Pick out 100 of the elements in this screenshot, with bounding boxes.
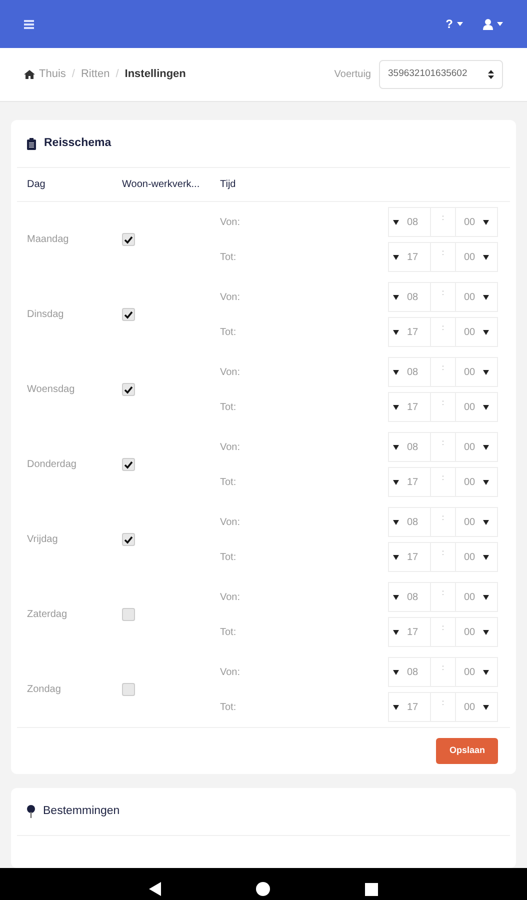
column-header: Woon-werkverk... [122, 178, 201, 192]
commute-checkbox[interactable] [122, 458, 135, 471]
minute-spinner[interactable]: 00 [455, 432, 498, 462]
day-name: Woensdag [27, 383, 76, 397]
user-icon [483, 18, 493, 30]
commute-checkbox[interactable] [122, 608, 135, 621]
minute-spinner[interactable]: 00 [455, 467, 498, 497]
hour-spinner[interactable]: 08 [388, 582, 431, 612]
dropdown-icon [483, 254, 489, 260]
hour-spinner[interactable]: 08 [388, 432, 431, 462]
commute-checkbox[interactable] [122, 383, 135, 396]
breadcrumb-separator: / [116, 67, 119, 82]
hour-spinner[interactable]: 17 [388, 692, 431, 722]
minute-spinner[interactable]: 00 [455, 507, 498, 537]
hour-spinner[interactable]: 17 [388, 617, 431, 647]
decrement-icon [393, 294, 399, 300]
commute-checkbox[interactable] [122, 683, 135, 696]
time-separator: : [442, 247, 444, 259]
decrement-icon [393, 254, 399, 260]
time-label: Tot: [220, 626, 238, 640]
dropdown-icon [483, 370, 489, 374]
hour-spinner[interactable]: 17 [388, 317, 431, 347]
hour-spinner[interactable]: 17 [388, 242, 431, 272]
minute-spinner[interactable]: 00 [455, 207, 498, 237]
hour-spinner[interactable]: 17 [388, 467, 431, 497]
minute-spinner[interactable]: 00 [455, 242, 498, 272]
hour-spinner[interactable]: 08 [388, 507, 431, 537]
time-label: Von: [220, 366, 242, 380]
day-name: Zondag [27, 683, 62, 697]
time-separator: : [442, 587, 444, 599]
breadcrumb-link[interactable]: Ritten [80, 66, 110, 83]
back-icon[interactable] [149, 882, 161, 896]
hour-spinner[interactable]: 08 [388, 657, 431, 687]
time-separator: : [442, 512, 444, 524]
caret-icon [497, 22, 503, 26]
minute-spinner[interactable]: 00 [455, 392, 498, 422]
recents-icon[interactable] [365, 882, 378, 896]
check-icon [124, 236, 133, 244]
time-label: Von: [220, 516, 242, 530]
minute-spinner[interactable]: 00 [455, 542, 498, 572]
save-button[interactable]: Opslaan [436, 738, 498, 764]
time-label: Tot: [220, 400, 238, 414]
hour-spinner[interactable]: 17 [388, 392, 431, 422]
dropdown-icon [483, 444, 489, 450]
check-icon [124, 310, 133, 318]
column-header: Tijd [220, 178, 236, 192]
time-separator: : [442, 547, 444, 559]
menu-icon[interactable] [24, 20, 34, 28]
minute-spinner[interactable]: 00 [455, 657, 498, 687]
breadcrumb-separator: / [72, 67, 75, 82]
time-label: Tot: [220, 700, 238, 714]
hour-spinner[interactable]: 08 [388, 357, 431, 387]
caret-icon [457, 22, 463, 26]
commute-checkbox[interactable] [122, 533, 135, 546]
dropdown-icon [483, 554, 489, 560]
time-separator: : [442, 212, 444, 224]
dropdown-icon [483, 480, 489, 484]
decrement-icon [393, 554, 399, 560]
decrement-icon [393, 704, 399, 710]
day-name: Maandag [27, 233, 70, 247]
time-separator: : [442, 697, 444, 709]
time-label: Von: [220, 666, 242, 680]
commute-checkbox[interactable] [122, 308, 135, 321]
help-menu[interactable]: ? [446, 15, 463, 33]
minute-spinner[interactable]: 00 [455, 282, 498, 312]
time-label: Von: [220, 216, 242, 230]
time-separator: : [442, 662, 444, 674]
vehicle-select[interactable]: 359632101635602 [379, 60, 503, 89]
time-separator: : [442, 472, 444, 484]
time-label: Von: [220, 440, 242, 454]
card-title: Bestemmingen [43, 804, 120, 819]
home-icon[interactable] [256, 882, 270, 896]
time-label: Von: [220, 590, 242, 604]
minute-spinner[interactable]: 00 [455, 357, 498, 387]
decrement-icon [393, 594, 399, 600]
decrement-icon [393, 330, 399, 334]
minute-spinner[interactable]: 00 [455, 617, 498, 647]
hour-spinner[interactable]: 17 [388, 542, 431, 572]
decrement-icon [393, 630, 399, 634]
time-separator: : [442, 397, 444, 409]
breadcrumb-link[interactable]: Thuis [39, 66, 66, 83]
card-title: Reisschema [44, 136, 112, 151]
minute-spinner[interactable]: 00 [455, 582, 498, 612]
time-separator: : [442, 322, 444, 334]
dropdown-icon [483, 404, 489, 410]
time-separator: : [442, 287, 444, 299]
minute-spinner[interactable]: 00 [455, 692, 498, 722]
decrement-icon [393, 670, 399, 674]
minute-spinner[interactable]: 00 [455, 317, 498, 347]
time-separator: : [442, 437, 444, 449]
day-name: Dinsdag [27, 308, 65, 322]
hour-spinner[interactable]: 08 [388, 207, 431, 237]
commute-checkbox[interactable] [122, 233, 135, 246]
user-menu[interactable] [483, 18, 503, 30]
breadcrumb-link[interactable]: Instellingen [124, 66, 186, 83]
day-name: Zaterdag [27, 608, 68, 622]
decrement-icon [393, 220, 399, 224]
hour-spinner[interactable]: 08 [388, 282, 431, 312]
decrement-icon [393, 520, 399, 524]
time-label: Tot: [220, 250, 238, 264]
